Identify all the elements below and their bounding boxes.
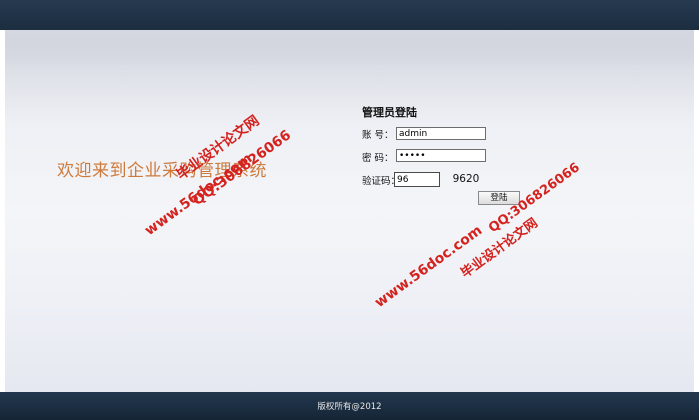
- stage-gradient-band: [5, 30, 694, 70]
- password-input[interactable]: [396, 149, 486, 162]
- password-label: 密 码：: [362, 153, 394, 164]
- copyright-text: 版权所有@2012: [317, 402, 382, 412]
- footer-bar: 版权所有@2012: [0, 392, 699, 420]
- login-stage: [5, 30, 694, 392]
- top-bar: [0, 0, 699, 30]
- login-title: 管理员登陆: [362, 106, 417, 119]
- account-label: 账 号：: [362, 130, 394, 141]
- account-input[interactable]: [396, 127, 486, 140]
- login-page: 欢迎来到企业采购管理系统 管理员登陆 账 号： 密 码： 验证码： 9620 登…: [0, 0, 699, 420]
- captcha-image[interactable]: 9620: [448, 171, 484, 187]
- captcha-input[interactable]: [394, 172, 440, 187]
